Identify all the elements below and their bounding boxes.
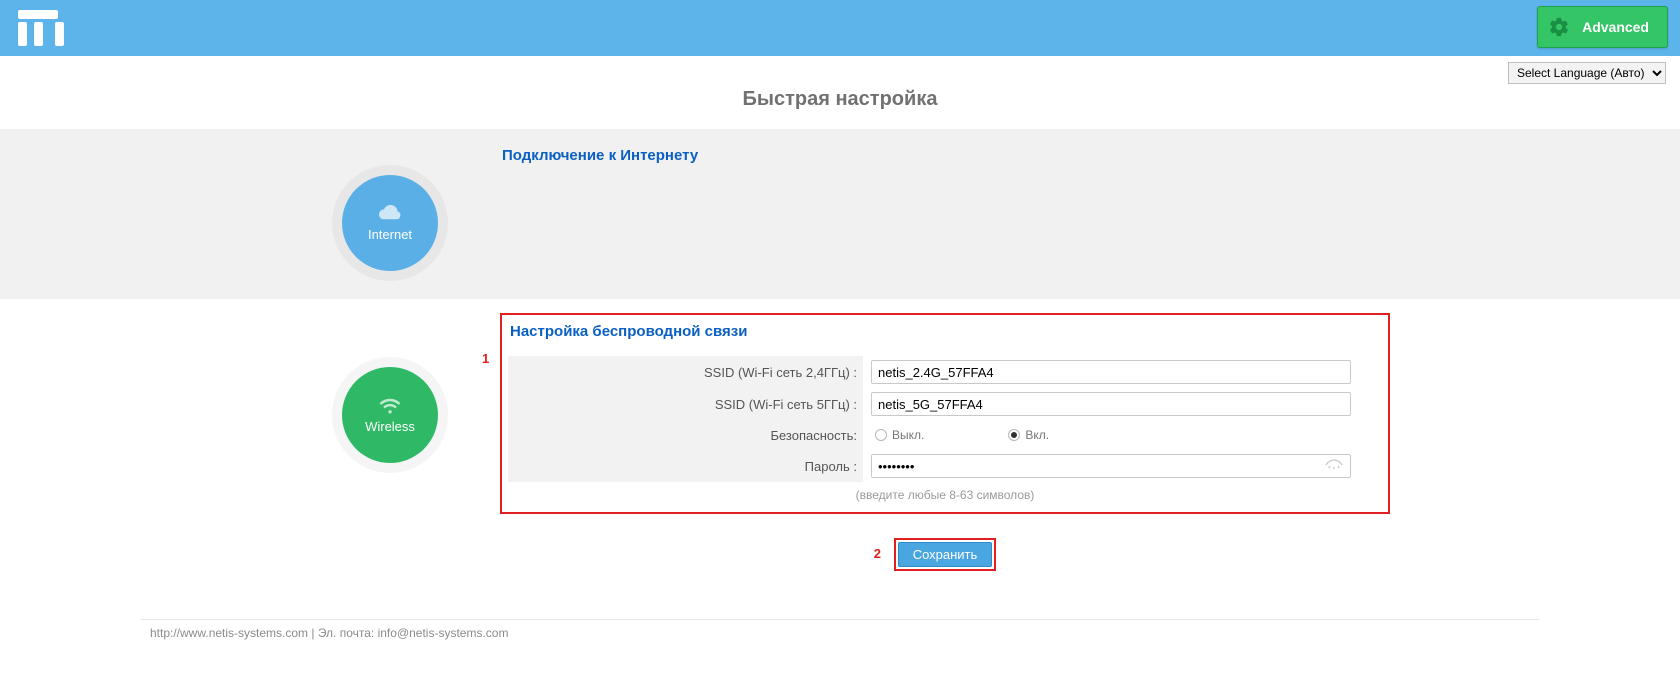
annotation-marker-2: 2 — [874, 546, 881, 561]
gear-icon — [1548, 16, 1570, 38]
password-hint: (введите любые 8-63 символов) — [508, 482, 1382, 502]
label-ssid-5: SSID (Wi-Fi сеть 5ГГц) : — [508, 388, 863, 420]
step-circle-internet-label: Internet — [368, 227, 412, 242]
wireless-section-title: Настройка беспроводной связи — [508, 319, 1382, 348]
eye-icon[interactable] — [1325, 458, 1343, 474]
radio-security-off[interactable]: Выкл. — [875, 428, 924, 442]
label-password: Пароль : — [508, 450, 863, 482]
input-ssid-5[interactable] — [871, 392, 1351, 416]
step-circle-wireless-label: Wireless — [365, 419, 415, 434]
section-internet: Internet Подключение к Интернету — [0, 129, 1680, 299]
page-title: Быстрая настройка — [0, 84, 1680, 129]
app-header: Advanced — [0, 0, 1680, 56]
footer-site-link[interactable]: http://www.netis-systems.com — [150, 626, 308, 640]
footer-sep: | Эл. почта: — [308, 626, 378, 640]
radio-security-on-label: Вкл. — [1025, 428, 1049, 442]
radio-icon — [875, 429, 887, 441]
advanced-button[interactable]: Advanced — [1537, 6, 1668, 48]
input-ssid-24[interactable] — [871, 360, 1351, 384]
internet-section-title: Подключение к Интернету — [500, 143, 1390, 172]
advanced-button-label: Advanced — [1582, 19, 1649, 35]
brand-logo — [18, 10, 64, 46]
radio-security-off-label: Выкл. — [892, 428, 924, 442]
step-circle-wireless[interactable]: Wireless — [342, 367, 438, 463]
wireless-highlight-box: 1 Настройка беспроводной связи SSID (Wi-… — [500, 313, 1390, 514]
language-select[interactable]: Select Language (Авто) — [1508, 62, 1666, 84]
label-security: Безопасность: — [508, 420, 863, 450]
step-circle-internet[interactable]: Internet — [342, 175, 438, 271]
save-highlight-box: 2 Сохранить — [894, 538, 997, 571]
label-ssid-24: SSID (Wi-Fi сеть 2,4ГГц) : — [508, 356, 863, 388]
save-button[interactable]: Сохранить — [898, 542, 993, 567]
annotation-marker-1: 1 — [482, 351, 489, 366]
cloud-icon — [377, 204, 403, 225]
wifi-icon — [378, 396, 402, 417]
input-password[interactable] — [871, 454, 1351, 478]
footer-email-link[interactable]: info@netis-systems.com — [378, 626, 509, 640]
radio-icon — [1008, 429, 1020, 441]
language-bar: Select Language (Авто) — [0, 56, 1680, 84]
save-button-label: Сохранить — [913, 547, 978, 562]
section-wireless: Wireless 1 Настройка беспроводной связи … — [0, 299, 1680, 609]
radio-security-on[interactable]: Вкл. — [1008, 428, 1049, 442]
footer: http://www.netis-systems.com | Эл. почта… — [140, 619, 1540, 660]
